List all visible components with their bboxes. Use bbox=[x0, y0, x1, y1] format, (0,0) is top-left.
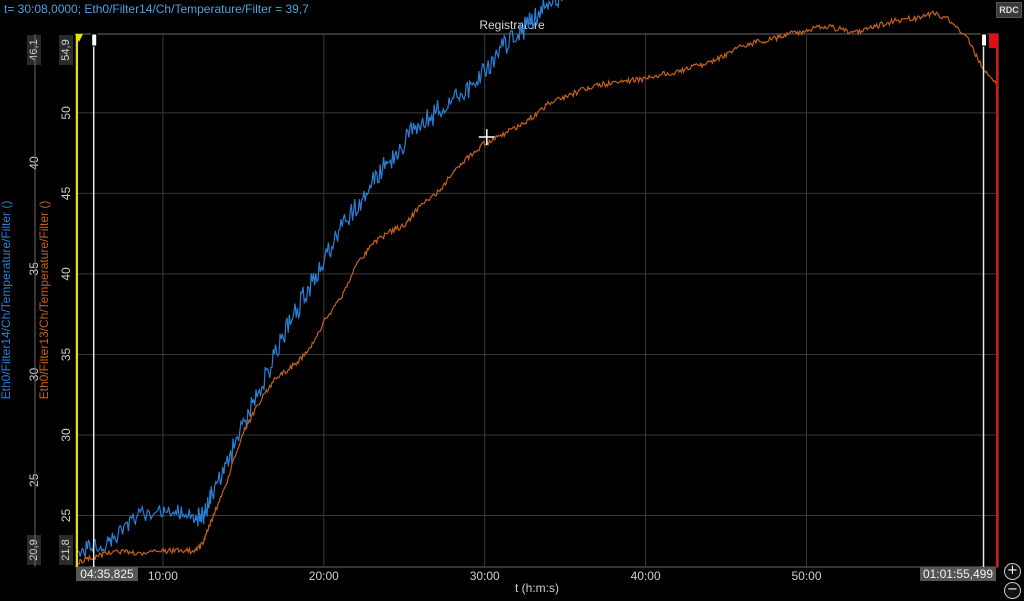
y-axis-name-1: Eth0/Filter14/Ch/Temperature/Filter () bbox=[0, 201, 13, 400]
y-tick-label-axis2: 50 bbox=[59, 106, 73, 120]
left-marker-flag bbox=[91, 33, 98, 47]
y-tick-label-axis2: 35 bbox=[59, 347, 73, 361]
right-marker-flag bbox=[981, 33, 988, 47]
y-axis-name-2: Eth0/Filter13/Ch/Temperature/Filter () bbox=[37, 201, 51, 400]
y-min-label-axis2: 21,8 bbox=[60, 539, 72, 560]
x-tick-label: 40:00 bbox=[631, 569, 661, 583]
y-tick-label-axis1: 40 bbox=[27, 156, 41, 170]
x-tick-label: 10:00 bbox=[148, 569, 178, 583]
series-line-2 bbox=[75, 10, 998, 567]
end-time-label: 01:01:55,499 bbox=[923, 567, 993, 581]
x-axis-label: t (h:m:s) bbox=[515, 581, 559, 595]
y-tick-label-axis2: 40 bbox=[59, 267, 73, 281]
zoom-in-button[interactable]: + bbox=[1004, 563, 1021, 580]
series-line-1 bbox=[75, 0, 563, 562]
y-tick-label-axis2: 30 bbox=[59, 428, 73, 442]
y-tick-label-axis1: 25 bbox=[27, 473, 41, 487]
zoom-out-button[interactable]: − bbox=[1004, 582, 1021, 599]
y-max-label-axis1: 46,1 bbox=[28, 39, 40, 60]
end-cursor-flag bbox=[989, 34, 997, 48]
x-tick-label: 30:00 bbox=[470, 569, 500, 583]
y-min-label-axis1: 20,9 bbox=[28, 539, 40, 560]
start-time-label: 04:35,825 bbox=[80, 567, 134, 581]
recorder-chart[interactable]: 10:00 20:00 30:00 40:00 50:00 t (h:m:s) 25 30 35… bbox=[0, 0, 1024, 601]
y-tick-label-axis2: 45 bbox=[59, 186, 73, 200]
y-tick-label-axis2: 25 bbox=[59, 508, 73, 522]
x-tick-label: 50:00 bbox=[792, 569, 822, 583]
y-max-label-axis2: 54,9 bbox=[60, 39, 72, 60]
x-tick-label: 20:00 bbox=[309, 569, 339, 583]
